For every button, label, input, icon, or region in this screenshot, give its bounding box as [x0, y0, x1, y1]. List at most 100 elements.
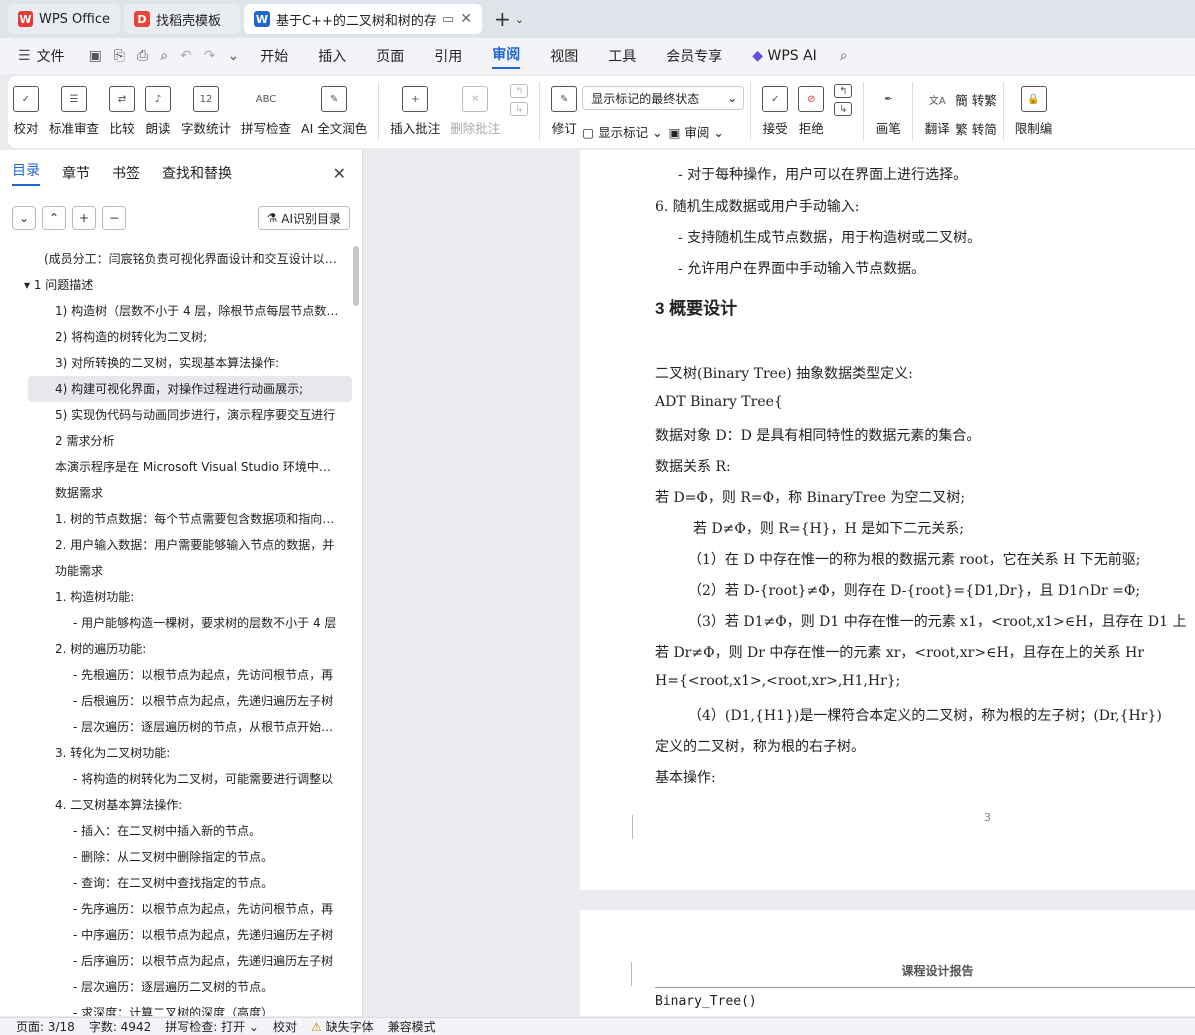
toc-item[interactable]: 本演示程序是在 Microsoft Visual Studio 环境中编写的	[0, 454, 352, 480]
tab-label: WPS Office	[38, 11, 110, 27]
standard-review-button[interactable]: ☰ 标准审查	[44, 82, 104, 137]
more-chevron-icon[interactable]: ⌄	[228, 48, 240, 64]
translate-button[interactable]: 文A 翻译	[919, 82, 955, 137]
tab-chapter[interactable]: 章节	[62, 163, 90, 183]
tab-wps-office[interactable]: W WPS Office	[8, 4, 120, 34]
comment-nav-button[interactable]: ↰ ↳	[505, 82, 533, 118]
review-pane-button[interactable]: ▣ 审阅 ⌄	[669, 122, 724, 141]
accept-button[interactable]: ✓ 接受	[757, 82, 793, 137]
print-icon[interactable]: ⎙	[137, 48, 148, 64]
toc-item[interactable]: - 删除：从二叉树中删除指定的节点。	[0, 844, 352, 870]
read-aloud-button[interactable]: ♪ 朗读	[140, 82, 176, 137]
export-icon[interactable]: ⎘	[114, 48, 125, 64]
remove-heading-icon[interactable]: −	[102, 206, 126, 230]
show-markup-button[interactable]: ▢ 显示标记 ⌄	[582, 122, 662, 141]
menu-view[interactable]: 视图	[550, 46, 578, 66]
toc-scrollbar[interactable]	[353, 246, 359, 306]
menu-page[interactable]: 页面	[376, 46, 404, 66]
search-icon[interactable]: ⌕	[840, 48, 848, 64]
undo-icon[interactable]: ↶	[180, 48, 192, 64]
toc-item[interactable]: ▾ 1 问题描述	[0, 272, 352, 298]
to-traditional-button[interactable]: 簡 转繁	[955, 90, 997, 109]
menu-member[interactable]: 会员专享	[666, 46, 722, 66]
separator	[378, 82, 380, 140]
display-mode-select[interactable]: 显示标记的最终状态 ⌄	[582, 86, 745, 110]
proofread-status[interactable]: 校对	[273, 1018, 297, 1035]
toc-item[interactable]: - 求深度：计算二叉树的深度（高度）	[0, 1000, 352, 1016]
toc-item[interactable]: 4. 二叉树基本算法操作:	[0, 792, 352, 818]
menu-insert[interactable]: 插入	[318, 46, 346, 66]
restrict-edit-button[interactable]: 🔒 限制编	[1010, 82, 1058, 137]
monitor-icon[interactable]: ▭	[442, 12, 454, 27]
doc-line: 基本操作:	[655, 770, 716, 786]
change-nav-button[interactable]: ↰ ↳	[829, 82, 857, 118]
menu-tools[interactable]: 工具	[608, 46, 636, 66]
word-count-button[interactable]: 12 字数统计	[176, 82, 236, 137]
toc-item[interactable]: 2. 用户输入数据：用户需要能够输入节点的数据，并	[0, 532, 352, 558]
toc-item[interactable]: - 插入：在二叉树中插入新的节点。	[0, 818, 352, 844]
toc-item[interactable]: 5) 实现伪代码与动画同步进行，演示程序要交互进行	[0, 402, 352, 428]
toc-item[interactable]: 2. 树的遍历功能:	[0, 636, 352, 662]
tab-document[interactable]: W 基于C++的二叉树和树的存储 ▭ ✕	[244, 4, 482, 34]
toc-item[interactable]: - 后根遍历：以根节点为起点，先递归遍历左子树	[0, 688, 352, 714]
toc-item-selected[interactable]: 4) 构建可视化界面，对操作过程进行动画展示;	[28, 376, 352, 402]
toc-item[interactable]: 1) 构造树（层数不小于 4 层，除根节点每层节点数不少于3个）	[0, 298, 352, 324]
spell-check-button[interactable]: ABC 拼写检查	[236, 82, 296, 137]
word-count-label: 字数统计	[181, 121, 232, 136]
add-heading-icon[interactable]: +	[72, 206, 96, 230]
save-icon[interactable]: ▣	[89, 48, 102, 64]
ai-polish-button[interactable]: ✎ AI 全文润色	[296, 82, 372, 137]
menu-start[interactable]: 开始	[260, 46, 288, 66]
toc-item[interactable]: - 层次遍历：逐层遍历树的节点，从根节点开始逐层	[0, 714, 352, 740]
toc-item[interactable]: - 用户能够构造一棵树，要求树的层数不小于 4 层	[0, 610, 352, 636]
menu-wps-ai[interactable]: ◆ WPS AI	[752, 48, 817, 64]
ai-toc-button[interactable]: ⚗ AI识别目录	[257, 206, 350, 230]
proofread-button[interactable]: ✓ 校对	[8, 82, 44, 137]
toc-item[interactable]: 2 需求分析	[0, 428, 352, 454]
toc-item[interactable]: 数据需求	[0, 480, 352, 506]
spell-check-status[interactable]: 拼写检查: 打开 ⌄	[165, 1018, 259, 1035]
compare-button[interactable]: ⇄ 比较	[104, 82, 140, 137]
page-indicator[interactable]: 页面: 3/18	[16, 1018, 75, 1035]
menu-reference[interactable]: 引用	[434, 46, 462, 66]
delete-comment-button[interactable]: ✕ 删除批注	[445, 82, 505, 137]
toc-item[interactable]: 1. 构造树功能:	[0, 584, 352, 610]
expand-up-icon[interactable]: ⌃	[42, 206, 66, 230]
print-preview-icon[interactable]: ⌕	[160, 48, 168, 64]
track-changes-button[interactable]: ✎ 修订	[546, 82, 582, 137]
tab-bookmark[interactable]: 书签	[112, 163, 140, 183]
toc-item[interactable]: (成员分工：闫宸铭负责可视化界面设计和交互设计以及数据结构	[0, 246, 352, 272]
close-tab-icon[interactable]: ✕	[460, 11, 472, 27]
reject-button[interactable]: ⊘ 拒绝	[793, 82, 829, 137]
collapse-all-icon[interactable]: ⌄	[12, 206, 36, 230]
toc-item[interactable]: - 中序遍历：以根节点为起点，先递归遍历左子树	[0, 922, 352, 948]
tab-toc[interactable]: 目录	[12, 160, 40, 186]
toc-item[interactable]: 功能需求	[0, 558, 352, 584]
toc-item[interactable]: - 先序遍历：以根节点为起点，先访问根节点，再	[0, 896, 352, 922]
toc-item[interactable]: - 后序遍历：以根节点为起点，先递归遍历左子树	[0, 948, 352, 974]
tab-template[interactable]: D 找稻壳模板	[124, 4, 240, 34]
close-panel-icon[interactable]: ✕	[333, 164, 346, 183]
menu-review[interactable]: 审阅	[492, 44, 521, 69]
toc-item[interactable]: - 先根遍历：以根节点为起点，先访问根节点，再	[0, 662, 352, 688]
toc-item[interactable]: - 查询：在二叉树中查找指定的节点。	[0, 870, 352, 896]
menu-file[interactable]: 文件	[37, 46, 65, 66]
toc-item[interactable]: 3) 对所转换的二叉树，实现基本算法操作:	[0, 350, 352, 376]
missing-font-status[interactable]: ⚠ 缺失字体	[311, 1018, 374, 1035]
toc-item[interactable]: 1. 树的节点数据：每个节点需要包含数据项和指向子节点的	[0, 506, 352, 532]
expand-triangle-icon[interactable]: ▾	[24, 278, 34, 292]
word-count[interactable]: 字数: 4942	[89, 1018, 151, 1035]
warning-icon: ⚠	[310, 1020, 322, 1034]
redo-icon[interactable]: ↷	[204, 48, 216, 64]
tab-find-replace[interactable]: 查找和替换	[162, 163, 232, 183]
pen-button[interactable]: ✒ 画笔	[870, 82, 906, 137]
hamburger-icon[interactable]: ☰	[18, 48, 31, 64]
toc-item[interactable]: 3. 转化为二叉树功能:	[0, 740, 352, 766]
to-simplified-button[interactable]: 繁 转简	[955, 119, 997, 138]
toc-item[interactable]: - 层次遍历：逐层遍历二叉树的节点。	[0, 974, 352, 1000]
insert-comment-button[interactable]: + 插入批注	[385, 82, 445, 137]
chevron-down-icon[interactable]: ⌄	[515, 13, 524, 26]
new-tab-icon[interactable]: +	[494, 7, 511, 31]
toc-item[interactable]: 2) 将构造的树转化为二叉树;	[0, 324, 352, 350]
toc-item[interactable]: - 将构造的树转化为二叉树，可能需要进行调整以	[0, 766, 352, 792]
